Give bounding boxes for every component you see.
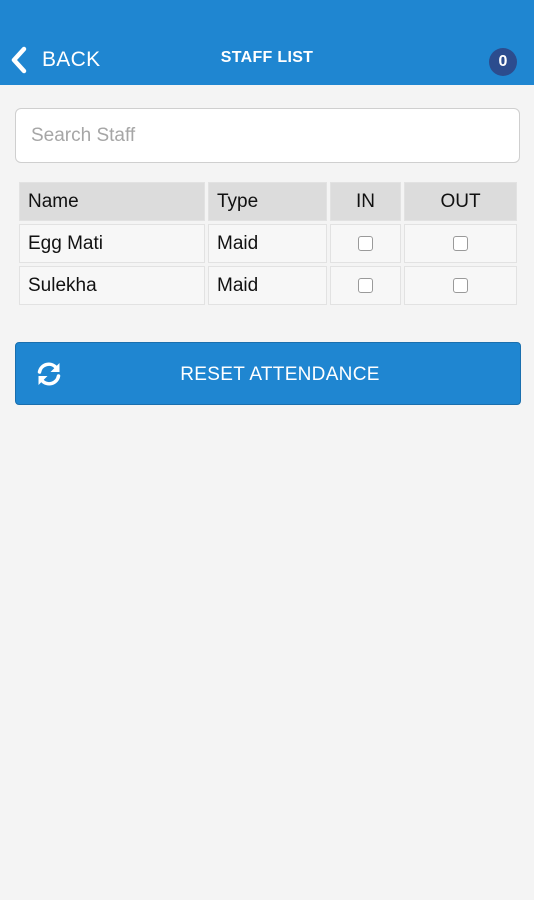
column-header-name: Name	[19, 182, 205, 221]
in-cell	[330, 224, 401, 263]
table-row: Egg Mati Maid	[19, 224, 517, 263]
search-box	[15, 108, 520, 163]
column-header-type: Type	[208, 182, 327, 221]
reset-attendance-button[interactable]: RESET ATTENDANCE	[15, 342, 521, 405]
page-title: STAFF LIST	[220, 49, 314, 66]
in-checkbox[interactable]	[358, 277, 373, 293]
table-header-row: Name Type IN OUT	[19, 182, 517, 221]
out-checkbox[interactable]	[453, 277, 468, 293]
out-cell	[404, 266, 517, 305]
notification-badge[interactable]: 0	[489, 48, 517, 76]
column-header-in: IN	[330, 182, 401, 221]
app-header: BACK STAFF LIST 0	[0, 0, 534, 85]
staff-type: Maid	[208, 224, 327, 263]
table-row: Sulekha Maid	[19, 266, 517, 305]
staff-table: Name Type IN OUT Egg Mati Maid Sulekha M…	[16, 179, 520, 308]
in-cell	[330, 266, 401, 305]
search-input[interactable]	[16, 109, 519, 162]
out-cell	[404, 224, 517, 263]
out-checkbox[interactable]	[453, 235, 468, 251]
staff-type: Maid	[208, 266, 327, 305]
staff-name: Sulekha	[19, 266, 205, 305]
staff-name: Egg Mati	[19, 224, 205, 263]
reset-attendance-label: RESET ATTENDANCE	[180, 364, 380, 385]
in-checkbox[interactable]	[358, 235, 373, 251]
column-header-out: OUT	[404, 182, 517, 221]
